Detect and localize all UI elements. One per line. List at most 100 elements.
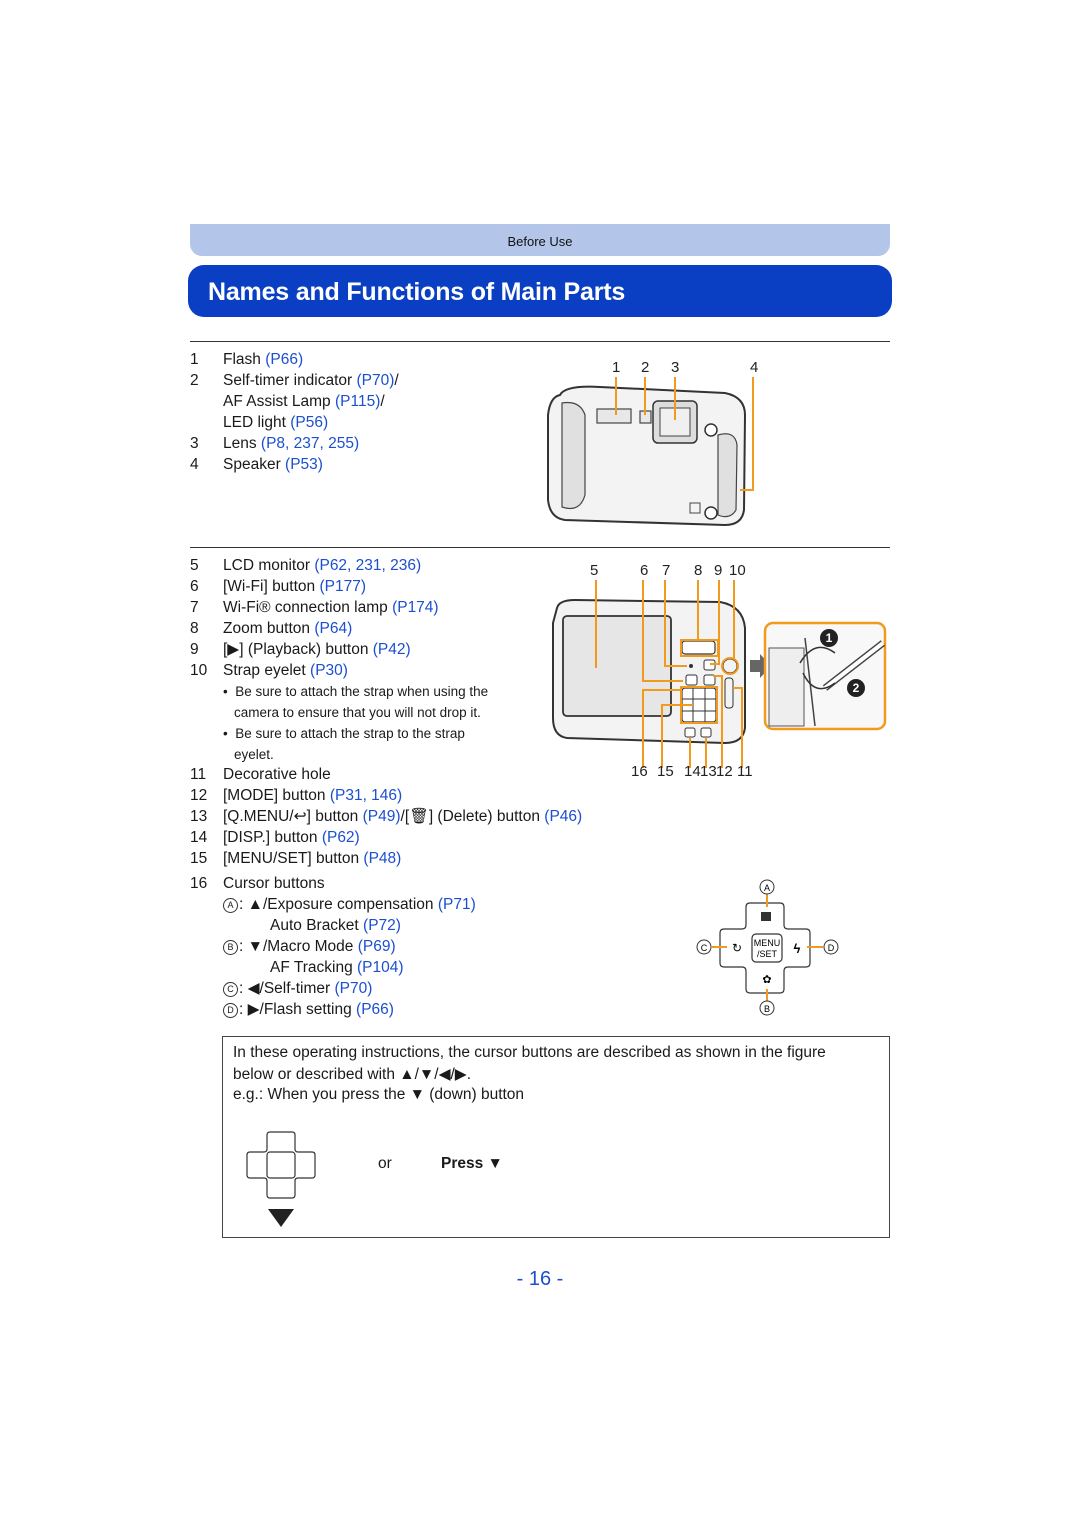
label-c: C	[701, 943, 708, 953]
note-text: Be sure to attach the strap to the strap	[235, 726, 465, 741]
info-line-1: In these operating instructions, the cur…	[233, 1044, 826, 1061]
circled-letter: B	[223, 940, 238, 955]
page-ref-link[interactable]: (P46)	[544, 808, 582, 825]
label-a: A	[764, 883, 770, 893]
item-label: [MODE] button	[223, 787, 330, 804]
item-label: Decorative hole	[223, 766, 331, 783]
item-label: Strap eyelet	[223, 662, 311, 679]
page-ref-link[interactable]: (P66)	[265, 351, 303, 368]
callout-12: 12	[716, 763, 733, 780]
page-ref-link[interactable]: (P62)	[322, 829, 360, 846]
list-item: 16 Cursor buttons	[190, 873, 325, 894]
flash-icon: ϟ	[794, 941, 801, 956]
list-item: 11 Decorative hole	[190, 764, 331, 785]
page-ref-link[interactable]: (P72)	[363, 917, 401, 934]
page-ref-link[interactable]: (P31, 146)	[330, 787, 402, 804]
list-item: 4 Speaker (P53)	[190, 454, 323, 475]
page-ref-link[interactable]: (P53)	[285, 456, 323, 473]
entry-text: : ▲/Exposure compensation	[239, 896, 438, 913]
item-number: 5	[190, 557, 199, 574]
page-ref-link[interactable]: (P64)	[314, 620, 352, 637]
cursor-entry-b2: AF Tracking (P104)	[270, 957, 404, 978]
item-label: [▶] (Playback) button	[223, 641, 373, 658]
item-label: [Q.MENU/↩] button	[223, 808, 363, 825]
list-item: AF Assist Lamp (P115)/	[190, 391, 385, 412]
item-label: Flash	[223, 351, 266, 368]
circled-letter: A	[223, 898, 238, 913]
divider	[190, 547, 890, 548]
page-ref-link[interactable]: (P48)	[363, 850, 401, 867]
entry-text: : ▶/Flash setting	[239, 1001, 357, 1018]
callout-15: 15	[657, 763, 674, 780]
page-ref-link[interactable]: (P104)	[357, 959, 404, 976]
list-item: 6 [Wi-Fi] button (P177)	[190, 576, 366, 597]
qmenu-button	[700, 727, 712, 738]
or-label: or	[378, 1155, 392, 1172]
callout-2: 2	[641, 359, 650, 376]
callout-6: 6	[640, 562, 649, 579]
page-ref-link[interactable]: (P70)	[357, 372, 395, 389]
list-item: 8 Zoom button (P64)	[190, 618, 352, 639]
screw-bottom	[704, 506, 718, 520]
label-d: D	[828, 943, 835, 953]
cursor-entry-c: C: ◀/Self-timer (P70)	[223, 978, 372, 999]
note-bullet: • Be sure to attach the strap when using…	[223, 684, 489, 699]
item-label: [MENU/SET] button	[223, 850, 364, 867]
item-label: Wi-Fi® connection lamp	[223, 599, 393, 616]
flash-window	[596, 408, 632, 424]
page-ref-link[interactable]: (P174)	[392, 599, 439, 616]
item-label: [DISP.] button	[223, 829, 322, 846]
list-item: 15 [MENU/SET] button (P48)	[190, 848, 401, 869]
wifi-lamp	[689, 664, 693, 668]
press-down-label: Press ▼	[441, 1155, 503, 1172]
exposure-icon	[761, 912, 771, 921]
item-label: Self-timer indicator	[223, 372, 357, 389]
item-number: 4	[190, 456, 199, 473]
item-label: Cursor buttons	[223, 875, 325, 892]
page-ref-link[interactable]: (P177)	[319, 578, 366, 595]
callout-16: 16	[631, 763, 648, 780]
section-header: Before Use	[190, 224, 890, 256]
item-number: 15	[190, 850, 208, 867]
disp-button	[684, 727, 696, 738]
item-number: 11	[190, 766, 207, 783]
callout-13: 13	[700, 763, 717, 780]
step-1-badge: 1	[820, 629, 838, 647]
list-item: 2 Self-timer indicator (P70)/	[190, 370, 399, 391]
item-label: [Wi-Fi] button	[223, 578, 320, 595]
callout-11: 11	[737, 763, 753, 780]
separator: /	[380, 393, 385, 410]
list-item: 14 [DISP.] button (P62)	[190, 827, 360, 848]
item-number: 1	[190, 351, 199, 368]
page-ref-link[interactable]: (P62, 231, 236)	[314, 557, 421, 574]
callout-4: 4	[750, 359, 759, 376]
entry-text: : ◀/Self-timer	[239, 980, 335, 997]
info-box: In these operating instructions, the cur…	[222, 1036, 890, 1238]
lcd-monitor	[562, 615, 672, 717]
item-number: 9	[190, 641, 199, 658]
item-number: 6	[190, 578, 199, 595]
item-number: 12	[190, 787, 208, 804]
note-text: Be sure to attach the strap when using t…	[235, 684, 489, 699]
page-ref-link[interactable]: (P69)	[358, 938, 396, 955]
page-ref-link[interactable]: (P8, 237, 255)	[261, 435, 359, 452]
page-ref-link[interactable]: (P115)	[335, 393, 380, 410]
page-ref-link[interactable]: (P70)	[334, 980, 372, 997]
set-label: /SET	[757, 949, 778, 959]
page-ref-link[interactable]: (P30)	[310, 662, 348, 679]
cursor-entry-d: D: ▶/Flash setting (P66)	[223, 999, 394, 1020]
page-ref-link[interactable]: (P71)	[438, 896, 476, 913]
page-title: Names and Functions of Main Parts	[188, 265, 892, 317]
list-item: 12 [MODE] button (P31, 146)	[190, 785, 402, 806]
down-arrow-icon	[268, 1209, 294, 1227]
page-ref-link[interactable]: (P49)	[363, 808, 401, 825]
page-ref-link[interactable]: (P66)	[356, 1001, 394, 1018]
page-number: - 16 -	[516, 1268, 564, 1290]
page-ref-link[interactable]: (P42)	[373, 641, 411, 658]
page-ref-link[interactable]: (P56)	[290, 414, 328, 431]
entry-text: Auto Bracket	[270, 917, 364, 934]
macro-icon: ✿	[762, 974, 771, 986]
item-number: 10	[190, 662, 208, 679]
list-item: 13 [Q.MENU/↩] button (P49)/[🗑] (Delete) b…	[190, 806, 582, 827]
cursor-entry-a2: Auto Bracket (P72)	[270, 915, 401, 936]
